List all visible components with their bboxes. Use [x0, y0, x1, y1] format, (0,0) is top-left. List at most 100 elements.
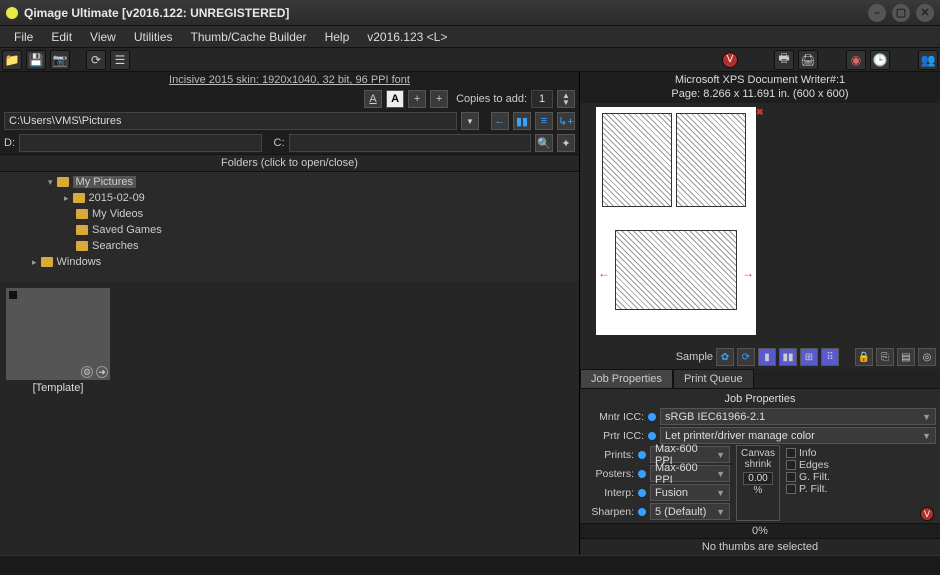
tree-item-searches[interactable]: Searches [4, 238, 575, 254]
layout-slot-2[interactable] [676, 113, 746, 207]
sharpen-select[interactable]: 5 (Default)▼ [650, 503, 730, 520]
tools-icon[interactable]: ✦ [557, 134, 575, 152]
close-preview-icon[interactable]: ✖ [756, 107, 764, 118]
menu-help[interactable]: Help [317, 28, 358, 46]
left-arrow-icon: ← [598, 266, 610, 280]
edges-checkbox[interactable]: Edges [786, 459, 914, 471]
target-icon[interactable]: ◎ [918, 348, 936, 366]
layout-slot-1[interactable] [602, 113, 672, 207]
alert-v-small-icon[interactable]: V [920, 507, 934, 521]
clock-icon[interactable]: 🕒 [870, 50, 890, 70]
dot-icon[interactable] [638, 508, 646, 516]
menu-view[interactable]: View [82, 28, 124, 46]
back-arrow-icon[interactable]: ← [491, 112, 509, 130]
tree-item-my-videos[interactable]: My Videos [4, 206, 575, 222]
template-add-icon[interactable]: ➜ [96, 366, 108, 378]
a-bold-icon[interactable]: A [386, 90, 404, 108]
menu-edit[interactable]: Edit [43, 28, 80, 46]
plus-1-button[interactable]: + [408, 90, 426, 108]
binoculars-icon[interactable]: 🔍 [535, 134, 553, 152]
save-icon[interactable]: 💾 [26, 50, 46, 70]
layout-slot-3[interactable] [615, 230, 737, 310]
dot-icon[interactable] [638, 470, 646, 478]
open-file-icon[interactable]: 📁 [2, 50, 22, 70]
minimize-button[interactable]: – [868, 4, 886, 22]
dot-icon[interactable] [638, 489, 646, 497]
page-preview[interactable]: ✖ ← → [580, 103, 940, 345]
plus-2-button[interactable]: + [430, 90, 448, 108]
a-underline-icon[interactable]: A [364, 90, 382, 108]
dot-icon[interactable] [648, 432, 656, 440]
dot-icon[interactable] [638, 451, 646, 459]
sample-refresh-icon[interactable]: ⟳ [737, 348, 755, 366]
path-dropdown-icon[interactable]: ▼ [461, 112, 479, 130]
right-panel: Microsoft XPS Document Writer#:1 Page: 8… [580, 72, 940, 555]
close-button[interactable]: ✕ [916, 4, 934, 22]
progress-percent: 0% [580, 523, 940, 538]
folder-icon [76, 241, 88, 251]
tab-print-queue[interactable]: Print Queue [673, 369, 754, 388]
footer [0, 555, 940, 575]
folder-icon [76, 225, 88, 235]
expand-icon[interactable]: ▸ [32, 257, 37, 268]
tree-item-my-pictures[interactable]: ▾ My Pictures [4, 174, 575, 190]
layout-double-icon[interactable]: ▮▮ [779, 348, 797, 366]
menu-utilities[interactable]: Utilities [126, 28, 181, 46]
pause-icon[interactable]: ▮▮ [513, 112, 531, 130]
info-checkbox[interactable]: Info [786, 447, 914, 459]
expand-icon[interactable]: ▸ [64, 193, 69, 204]
prints-label: Prints: [584, 449, 634, 461]
path-input[interactable] [4, 112, 457, 130]
layout-multi-icon[interactable]: ⠿ [821, 348, 839, 366]
drive-d-input[interactable] [19, 134, 262, 152]
canvas-shrink-input[interactable] [743, 472, 773, 485]
camera-icon[interactable]: 📷 [50, 50, 70, 70]
layout-grid-icon[interactable]: ⊞ [800, 348, 818, 366]
maximize-button[interactable]: ▢ [892, 4, 910, 22]
template-label: [Template] [6, 380, 110, 396]
mntr-icc-label: Mntr ICC: [584, 411, 644, 423]
people-icon[interactable]: 👥 [918, 50, 938, 70]
template-card[interactable]: ⚙ ➜ [6, 288, 110, 380]
sample-label: Sample [676, 351, 713, 363]
template-gear-icon[interactable]: ⚙ [81, 366, 93, 378]
document-icon[interactable]: ▤ [897, 348, 915, 366]
menu-version-link[interactable]: v2016.123 <L> [359, 28, 455, 46]
mntr-icc-select[interactable]: sRGB IEC61966-2.1▼ [660, 408, 936, 425]
sample-gear-icon[interactable]: ✿ [716, 348, 734, 366]
flame-icon[interactable]: ◉ [846, 50, 866, 70]
tree-item-2015-02-09[interactable]: ▸ 2015-02-09 [4, 190, 575, 206]
copy-icon[interactable]: ⎘ [876, 348, 894, 366]
add-arrow-icon[interactable]: ↳+ [557, 112, 575, 130]
drive-c-input[interactable] [289, 134, 532, 152]
p-filt-checkbox[interactable]: P. Filt. [786, 483, 914, 495]
tree-item-saved-games[interactable]: Saved Games [4, 222, 575, 238]
align-icon[interactable]: ≡ [535, 112, 553, 130]
interp-select[interactable]: Fusion▼ [650, 484, 730, 501]
print-icon[interactable]: 🖨 [798, 50, 818, 70]
prtr-icc-select[interactable]: Let printer/driver manage color▼ [660, 427, 936, 444]
folders-header[interactable]: Folders (click to open/close) [0, 154, 579, 172]
menu-file[interactable]: File [6, 28, 41, 46]
posters-select[interactable]: Max-600 PPI▼ [650, 465, 730, 482]
list-icon[interactable]: ☰ [110, 50, 130, 70]
window-title: Qimage Ultimate [v2016.122: UNREGISTERED… [24, 6, 868, 20]
prints-select[interactable]: Max-600 PPI▼ [650, 446, 730, 463]
alert-v-icon[interactable]: V [722, 52, 738, 68]
collapse-icon[interactable]: ▾ [48, 177, 53, 188]
thumbnail-area: ⚙ ➜ [Template] [0, 282, 579, 555]
print-setup-icon[interactable]: 🖶 [774, 50, 794, 70]
dot-icon[interactable] [648, 413, 656, 421]
tree-item-windows[interactable]: ▸ Windows [4, 254, 575, 270]
tab-job-properties[interactable]: Job Properties [580, 369, 673, 388]
menu-thumb-cache-builder[interactable]: Thumb/Cache Builder [183, 28, 315, 46]
g-filt-checkbox[interactable]: G. Filt. [786, 471, 914, 483]
lock-icon[interactable]: 🔒 [855, 348, 873, 366]
copies-stepper[interactable]: ▲▼ [557, 90, 575, 108]
refresh-icon[interactable]: ⟳ [86, 50, 106, 70]
layout-single-icon[interactable]: ▮ [758, 348, 776, 366]
status-bar: No thumbs are selected [580, 538, 940, 555]
job-properties-title: Job Properties [582, 391, 938, 407]
copies-input[interactable] [531, 90, 553, 108]
folder-tree[interactable]: ▾ My Pictures ▸ 2015-02-09 My Videos Sav… [0, 172, 579, 282]
